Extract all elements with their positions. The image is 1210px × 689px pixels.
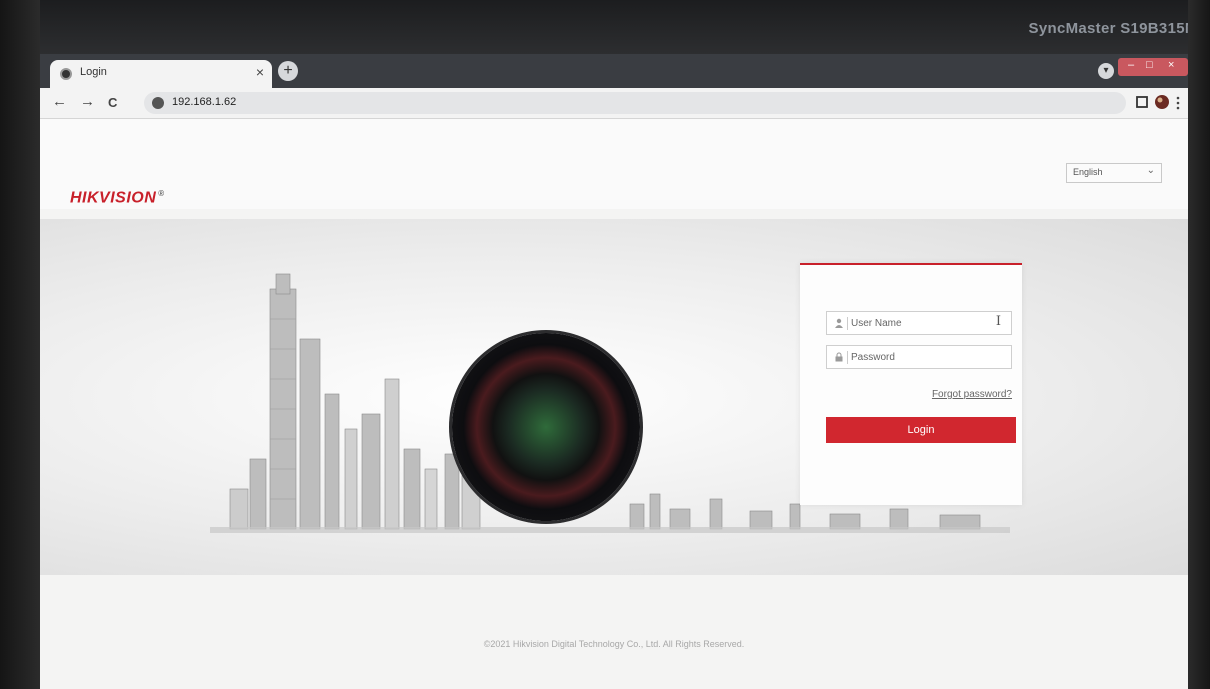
profile-avatar-icon[interactable] xyxy=(1154,94,1170,110)
monitor-bezel-left xyxy=(0,0,40,689)
text-cursor-icon: I xyxy=(995,314,1001,329)
tab-search-icon[interactable]: ▾ xyxy=(1098,63,1114,79)
password-input[interactable] xyxy=(851,349,1001,365)
password-field[interactable] xyxy=(826,345,1012,369)
tab-close-icon[interactable]: × xyxy=(256,64,264,80)
field-divider xyxy=(847,317,848,330)
monitor-bezel-right xyxy=(1188,0,1210,689)
screen: Login × + ▾ – □ × ← → C 192.168.1.62 HIK… xyxy=(40,54,1188,689)
monitor-bezel-top: SyncMaster S19B315N xyxy=(0,0,1210,58)
new-tab-button[interactable]: + xyxy=(278,61,298,81)
user-icon xyxy=(835,318,843,328)
language-select[interactable]: English ⌄ xyxy=(1066,163,1162,183)
page-header: HIKVISION ® English ⌄ xyxy=(40,119,1188,209)
extension-icon[interactable] xyxy=(1136,96,1148,108)
login-page: HIKVISION ® English ⌄ User Name I Forgot… xyxy=(40,119,1188,689)
logo-text: HIKVISION xyxy=(70,189,157,207)
close-window-button[interactable]: × xyxy=(1168,59,1174,71)
favicon-icon xyxy=(60,68,72,80)
hikvision-logo: HIKVISION ® xyxy=(70,189,165,207)
lock-icon xyxy=(835,352,843,362)
monitor-brand: SyncMaster S19B315N xyxy=(1028,20,1196,37)
browser-toolbar: ← → C 192.168.1.62 xyxy=(40,88,1188,119)
maximize-button[interactable]: □ xyxy=(1146,59,1153,71)
logo-registered-mark: ® xyxy=(158,189,165,198)
copyright-footer: ©2021 Hikvision Digital Technology Co., … xyxy=(483,639,745,649)
reload-button[interactable]: C xyxy=(108,95,117,110)
login-button[interactable]: Login xyxy=(826,417,1016,443)
tab-strip: Login × + ▾ – □ × xyxy=(40,54,1188,88)
menu-kebab-icon[interactable] xyxy=(1176,96,1180,110)
tab-title: Login xyxy=(80,66,107,78)
site-info-icon[interactable] xyxy=(152,97,164,109)
forward-button[interactable]: → xyxy=(80,93,95,110)
window-controls: – □ × xyxy=(1118,58,1188,76)
camera-lens-illustration xyxy=(452,333,640,521)
hero-banner: I Forgot password? Login xyxy=(40,219,1188,575)
username-input[interactable] xyxy=(851,315,1001,331)
username-field[interactable]: I xyxy=(826,311,1012,335)
language-value: English xyxy=(1073,167,1103,177)
address-url: 192.168.1.62 xyxy=(172,96,237,108)
field-divider xyxy=(847,351,848,364)
tab-login[interactable]: Login × xyxy=(50,60,272,88)
minimize-button[interactable]: – xyxy=(1128,59,1134,71)
forgot-password-link[interactable]: Forgot password? xyxy=(932,389,1012,400)
login-panel: I Forgot password? Login xyxy=(800,263,1022,505)
chevron-down-icon: ⌄ xyxy=(1146,165,1155,176)
address-bar[interactable]: 192.168.1.62 xyxy=(144,92,1126,114)
back-button[interactable]: ← xyxy=(52,93,67,110)
